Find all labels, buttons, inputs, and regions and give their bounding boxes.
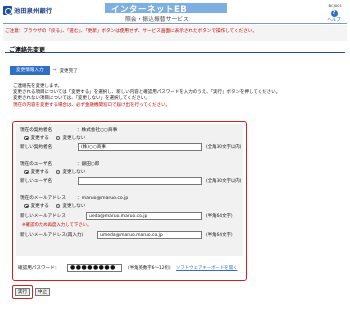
- bank-name: 池田泉州銀行: [14, 8, 53, 15]
- user-change-label: 変更する: [30, 170, 49, 175]
- user-keep-label: 変更しない: [62, 170, 86, 175]
- current-company-label: 現在の契約者名: [20, 128, 53, 133]
- step-next: 変更完了: [59, 68, 78, 74]
- user-change-radio[interactable]: [24, 169, 29, 175]
- password-input[interactable]: ●●●●●●●●: [67, 264, 122, 272]
- browser-notice: ご注意：ブラウザの「戻る」、「進む」、「更新」ボタンは使用せず、サービス画面に表…: [5, 29, 258, 34]
- cancel-button[interactable]: 中止: [35, 288, 50, 296]
- notice-box: ご注意：ブラウザの「戻る」、「進む」、「更新」ボタンは使用せず、サービス画面に表…: [3, 25, 347, 41]
- email-keep-label: 変更しない: [62, 204, 86, 209]
- user-keep-radio[interactable]: [55, 169, 61, 175]
- current-user-value: ：銀田○郎: [77, 162, 100, 167]
- execute-button[interactable]: 実行: [15, 288, 30, 296]
- user-hint: (全角30文字以内): [206, 179, 242, 184]
- current-email-value: ：maruo@maruo.co.jp: [77, 196, 129, 201]
- current-company-value: ：株式会社○○商事: [77, 128, 118, 133]
- page-title: ご連絡先変更: [9, 47, 46, 54]
- user-change-options: 変更する 変更しない: [24, 169, 85, 175]
- company-keep-label: 変更しない: [62, 136, 86, 141]
- new-company-input[interactable]: (株)○○商事: [78, 143, 202, 151]
- password-label: 確認用パスワード：: [18, 266, 60, 271]
- company-hint: (全角30文字以内): [206, 145, 242, 150]
- bank-logo: 池田泉州銀行: [3, 6, 52, 15]
- new-user-label: 新しいユーザ名: [20, 179, 53, 184]
- new-email-input[interactable]: ueda@maruo.maruo.co.jp: [86, 212, 202, 220]
- confirm-email-label: 新しいメールアドレス(再入力): [20, 233, 84, 238]
- email-change-label: 変更する: [30, 204, 49, 209]
- current-email-label: 現在のメールアドレス: [20, 196, 66, 201]
- password-hint: (半角英数字6～12桁): [128, 266, 171, 271]
- page-id: BCJ001: [328, 3, 342, 8]
- confirm-email-hint: (半角64文字): [206, 233, 233, 238]
- step-arrow-icon: ⇒: [52, 68, 57, 73]
- step-current: 変更情報入力: [10, 66, 50, 75]
- bank-logo-icon: [3, 6, 12, 15]
- email-keep-radio[interactable]: [55, 203, 61, 209]
- current-user-label: 現在のユーザ名: [20, 162, 53, 167]
- header: 池田泉州銀行 インターネットEB 照会・振込振替サービス BCJ001 ? ヘル…: [0, 0, 350, 23]
- header-divider: [3, 23, 347, 24]
- company-keep-radio[interactable]: [55, 135, 61, 141]
- new-company-label: 新しい契約者名: [20, 145, 53, 150]
- email-hint: (半角64文字): [206, 214, 233, 219]
- section-header: ご連絡先変更: [5, 42, 345, 54]
- service-banner: インターネットEB 照会・振込振替サービス: [105, 2, 227, 23]
- email-change-radio[interactable]: [24, 203, 29, 209]
- help-button[interactable]: ? ヘルプ: [323, 10, 345, 23]
- new-user-input[interactable]: [78, 177, 202, 185]
- banner-subtitle: 照会・振込振替サービス: [125, 17, 189, 23]
- confirm-email-input[interactable]: umeda@maruo.maruo.co.jp: [97, 231, 202, 239]
- company-change-radio[interactable]: [24, 135, 29, 141]
- software-keyboard-link[interactable]: ソフトウェアキーボードを開く: [176, 265, 237, 271]
- company-change-label: 変更する: [30, 136, 49, 141]
- instruction-warning: 現在の内容を変更する場合は、必ず金融機関窓口で届け出を行ってください。: [13, 102, 171, 108]
- step-indicator: 変更情報入力 ⇒ 変更完了: [10, 66, 78, 75]
- instructions: ご連絡先を変更します。 変更される項目については「変更する」を選択し、新しい内容…: [13, 84, 343, 109]
- email-confirm-warning: ※確認のため再度入力して下さい。: [22, 223, 92, 228]
- question-icon: ?: [330, 10, 338, 17]
- new-email-label: 新しいメールアドレス: [20, 214, 66, 219]
- company-change-options: 変更する 変更しない: [24, 135, 85, 141]
- email-change-options: 変更する 変更しない: [24, 203, 85, 209]
